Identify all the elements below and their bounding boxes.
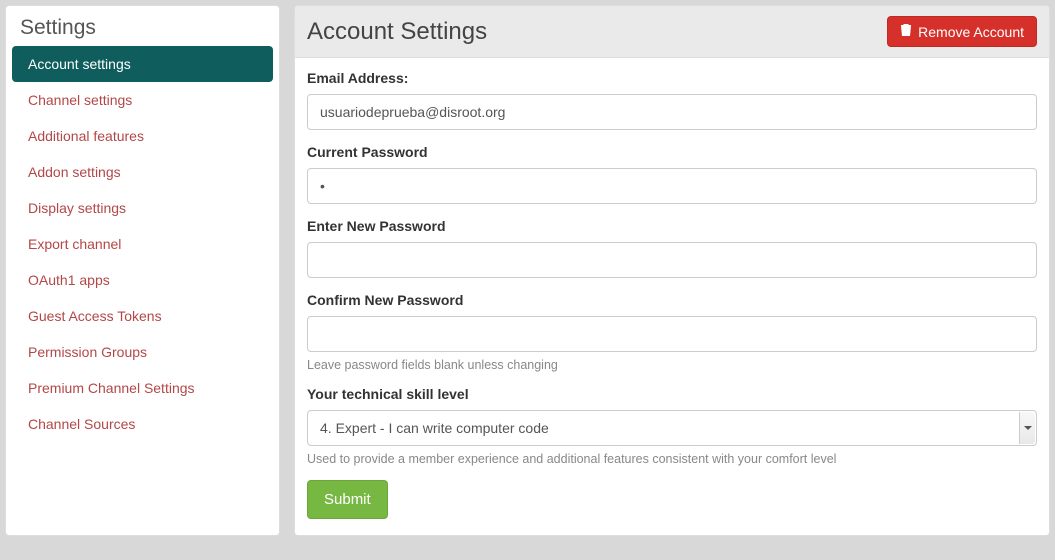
current-password-label: Current Password [307, 144, 1037, 160]
new-password-field[interactable] [307, 242, 1037, 278]
sidebar-item-label: Display settings [28, 200, 126, 216]
email-label: Email Address: [307, 70, 1037, 86]
remove-account-button[interactable]: Remove Account [887, 16, 1037, 47]
sidebar-item-guest-access-tokens[interactable]: Guest Access Tokens [12, 298, 273, 334]
sidebar-item-account-settings[interactable]: Account settings [12, 46, 273, 82]
sidebar-item-oauth1-apps[interactable]: OAuth1 apps [12, 262, 273, 298]
sidebar-item-channel-settings[interactable]: Channel settings [12, 82, 273, 118]
sidebar-item-export-channel[interactable]: Export channel [12, 226, 273, 262]
sidebar-item-label: Permission Groups [28, 344, 147, 360]
current-password-field[interactable] [307, 168, 1037, 204]
sidebar-list: Account settings Channel settings Additi… [6, 46, 279, 448]
confirm-password-label: Confirm New Password [307, 292, 1037, 308]
sidebar-item-permission-groups[interactable]: Permission Groups [12, 334, 273, 370]
email-field[interactable] [307, 94, 1037, 130]
confirm-password-field[interactable] [307, 316, 1037, 352]
sidebar-item-label: Export channel [28, 236, 121, 252]
submit-button[interactable]: Submit [307, 480, 388, 519]
main-header: Account Settings Remove Account [295, 6, 1049, 58]
sidebar-item-label: Channel settings [28, 92, 132, 108]
sidebar-item-addon-settings[interactable]: Addon settings [12, 154, 273, 190]
skill-level-label: Your technical skill level [307, 386, 1037, 402]
sidebar-item-label: Premium Channel Settings [28, 380, 195, 396]
sidebar-item-display-settings[interactable]: Display settings [12, 190, 273, 226]
sidebar-item-label: Guest Access Tokens [28, 308, 162, 324]
sidebar-title: Settings [6, 6, 279, 46]
sidebar-item-label: OAuth1 apps [28, 272, 110, 288]
account-form: Email Address: Current Password Enter Ne… [295, 58, 1049, 535]
sidebar-item-channel-sources[interactable]: Channel Sources [12, 406, 273, 442]
main-panel: Account Settings Remove Account Email Ad… [294, 5, 1050, 536]
sidebar-item-label: Channel Sources [28, 416, 135, 432]
sidebar-item-label: Additional features [28, 128, 144, 144]
sidebar-item-label: Account settings [28, 56, 131, 72]
settings-sidebar: Settings Account settings Channel settin… [5, 5, 280, 536]
submit-label: Submit [324, 491, 371, 508]
password-help-text: Leave password fields blank unless chang… [307, 358, 1037, 372]
sidebar-item-additional-features[interactable]: Additional features [12, 118, 273, 154]
remove-account-label: Remove Account [918, 24, 1024, 40]
sidebar-item-label: Addon settings [28, 164, 121, 180]
page-title: Account Settings [307, 18, 487, 46]
sidebar-item-premium-channel-settings[interactable]: Premium Channel Settings [12, 370, 273, 406]
new-password-label: Enter New Password [307, 218, 1037, 234]
trash-icon [900, 23, 912, 40]
skill-level-select[interactable]: 4. Expert - I can write computer code [307, 410, 1037, 446]
skill-help-text: Used to provide a member experience and … [307, 452, 1037, 466]
